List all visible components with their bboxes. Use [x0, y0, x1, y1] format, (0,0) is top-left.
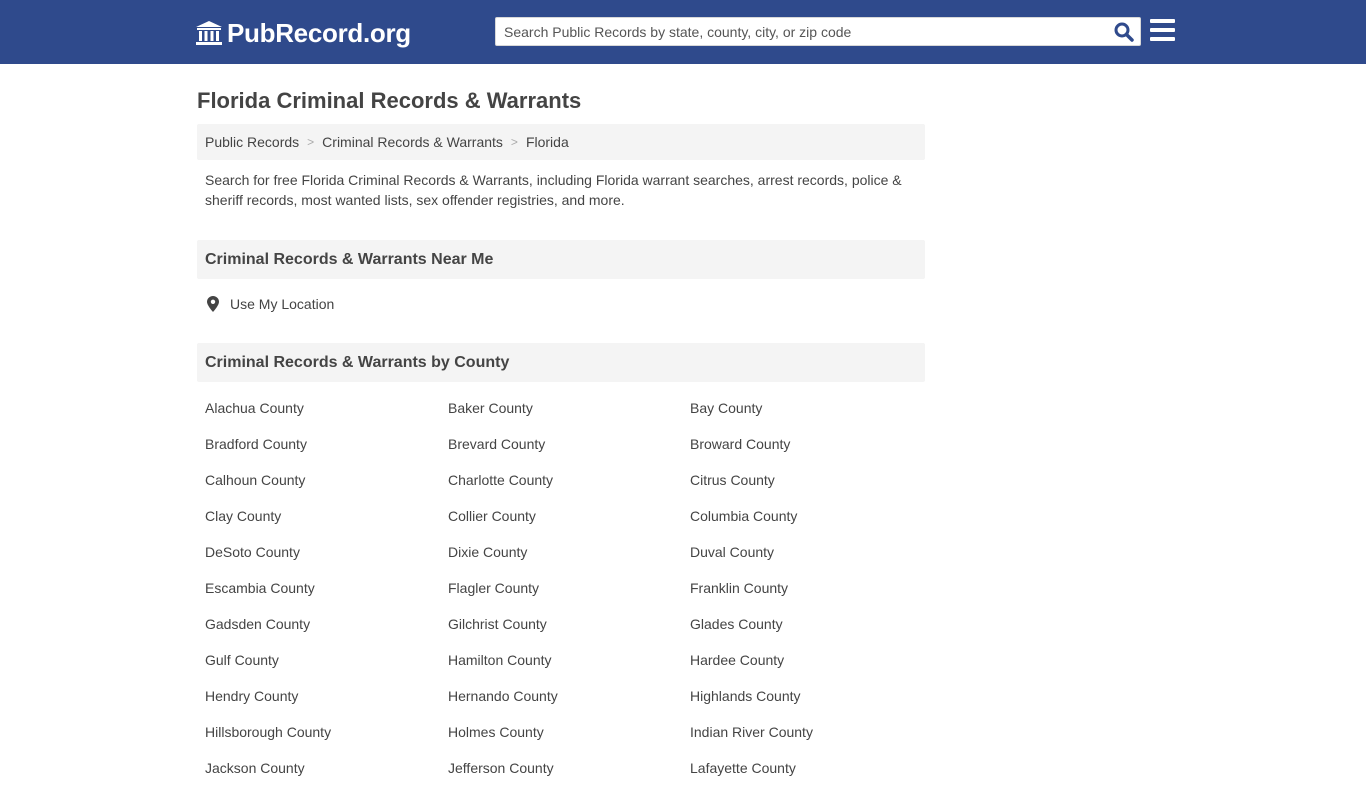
county-link[interactable]: Glades County	[690, 614, 933, 650]
courthouse-icon	[196, 21, 222, 45]
county-link[interactable]: Lafayette County	[690, 758, 933, 794]
search-input[interactable]	[496, 18, 1106, 45]
county-link[interactable]: Gilchrist County	[448, 614, 690, 650]
use-my-location-link[interactable]: Use My Location	[207, 296, 334, 312]
county-link[interactable]: Hernando County	[448, 686, 690, 722]
search-icon[interactable]	[1114, 22, 1134, 42]
county-link[interactable]: Franklin County	[690, 578, 933, 614]
county-list: Alachua County Baker County Bay County Brad…	[205, 398, 933, 794]
county-link[interactable]: Escambia County	[205, 578, 448, 614]
breadcrumb-public-records[interactable]: Public Records	[205, 134, 299, 150]
county-link[interactable]: Baker County	[448, 398, 690, 434]
county-link[interactable]: Bay County	[690, 398, 933, 434]
county-link[interactable]: Calhoun County	[205, 470, 448, 506]
county-link[interactable]: Indian River County	[690, 722, 933, 758]
county-link[interactable]: Jackson County	[205, 758, 448, 794]
breadcrumb-separator: >	[510, 135, 518, 149]
county-link[interactable]: Flagler County	[448, 578, 690, 614]
search-box	[495, 17, 1141, 46]
county-link[interactable]: Clay County	[205, 506, 448, 542]
county-link[interactable]: Bradford County	[205, 434, 448, 470]
county-link[interactable]: Collier County	[448, 506, 690, 542]
county-link[interactable]: Brevard County	[448, 434, 690, 470]
breadcrumb-separator: >	[307, 135, 315, 149]
use-my-location-label: Use My Location	[230, 296, 335, 312]
menu-line	[1150, 19, 1175, 23]
county-link[interactable]: Jefferson County	[448, 758, 690, 794]
county-link[interactable]: DeSoto County	[205, 542, 448, 578]
header-bar: PubRecord.org	[0, 0, 1366, 64]
county-link[interactable]: Alachua County	[205, 398, 448, 434]
hamburger-menu-icon[interactable]	[1150, 19, 1175, 42]
site-logo[interactable]: PubRecord.org	[195, 18, 411, 48]
by-county-heading: Criminal Records & Warrants by County	[197, 343, 925, 382]
county-link[interactable]: Gulf County	[205, 650, 448, 686]
logo-text: PubRecord.org	[227, 17, 411, 48]
county-link[interactable]: Charlotte County	[448, 470, 690, 506]
intro-text: Search for free Florida Criminal Records…	[205, 172, 902, 208]
county-link[interactable]: Hamilton County	[448, 650, 690, 686]
breadcrumb-florida[interactable]: Florida	[526, 134, 569, 150]
breadcrumb-criminal-records[interactable]: Criminal Records & Warrants	[322, 134, 503, 150]
county-link[interactable]: Duval County	[690, 542, 933, 578]
county-link[interactable]: Broward County	[690, 434, 933, 470]
map-marker-icon	[207, 296, 219, 312]
county-link[interactable]: Holmes County	[448, 722, 690, 758]
near-me-heading: Criminal Records & Warrants Near Me	[197, 240, 925, 279]
menu-line	[1150, 37, 1175, 41]
county-link[interactable]: Citrus County	[690, 470, 933, 506]
county-link[interactable]: Hendry County	[205, 686, 448, 722]
menu-line	[1150, 28, 1175, 32]
page-title: Florida Criminal Records & Warrants	[197, 88, 582, 113]
breadcrumb: Public Records > Criminal Records & Warr…	[197, 124, 925, 160]
county-link[interactable]: Highlands County	[690, 686, 933, 722]
county-link[interactable]: Gadsden County	[205, 614, 448, 650]
county-link[interactable]: Hardee County	[690, 650, 933, 686]
county-link[interactable]: Columbia County	[690, 506, 933, 542]
county-link[interactable]: Hillsborough County	[205, 722, 448, 758]
county-link[interactable]: Dixie County	[448, 542, 690, 578]
